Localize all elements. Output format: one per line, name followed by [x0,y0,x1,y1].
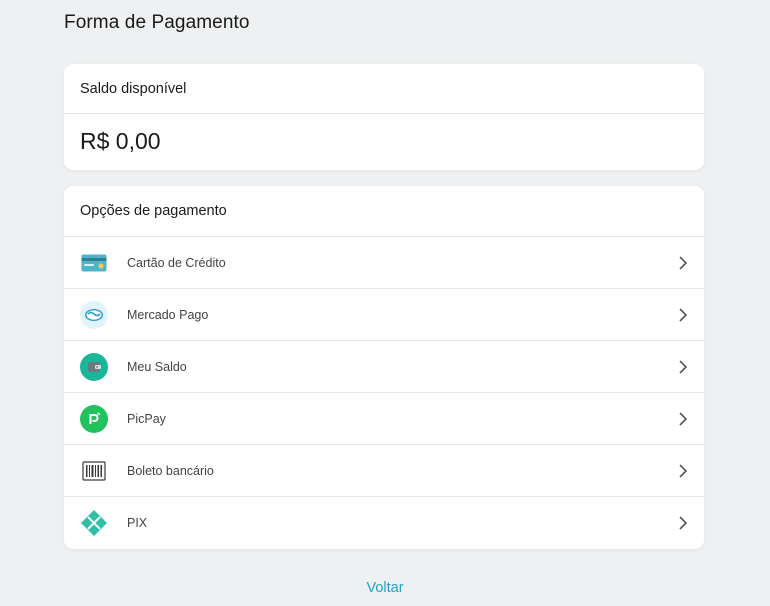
payment-option-boleto[interactable]: Boleto bancário [64,445,704,497]
payment-option-label: PIX [127,516,148,530]
payment-options-title: Opções de pagamento [64,186,704,237]
payment-option-credit-card[interactable]: Cartão de Crédito [64,237,704,289]
payment-option-label: Cartão de Crédito [127,255,226,270]
chevron-right-icon [679,411,688,426]
chevron-right-icon [679,463,688,478]
picpay-icon [80,404,108,433]
chevron-right-icon [679,307,688,322]
payment-option-label: Mercado Pago [127,307,209,322]
payment-options-card: Opções de pagamento Cartão de Crédito Me… [64,186,704,549]
back-link[interactable]: Voltar [0,580,770,596]
chevron-right-icon [679,359,688,374]
balance-card: Saldo disponível R$ 0,00 [64,64,704,170]
barcode-icon [80,457,108,485]
wallet-icon [80,352,108,381]
payment-option-label: PicPay [127,411,166,426]
payment-option-picpay[interactable]: PicPay [64,393,704,445]
payment-option-label: Meu Saldo [127,359,187,374]
payment-option-pix[interactable]: PIX [64,497,704,549]
credit-card-icon [80,249,108,277]
page-title: Forma de Pagamento [64,12,250,33]
pix-icon [80,509,108,537]
mercado-pago-icon [80,300,108,329]
payment-option-meu-saldo[interactable]: Meu Saldo [64,341,704,393]
balance-label: Saldo disponível [64,64,704,114]
balance-value: R$ 0,00 [80,128,161,154]
payment-option-label: Boleto bancário [127,463,214,478]
chevron-right-icon [679,255,688,270]
chevron-right-icon [679,516,688,530]
payment-option-mercado-pago[interactable]: Mercado Pago [64,289,704,341]
